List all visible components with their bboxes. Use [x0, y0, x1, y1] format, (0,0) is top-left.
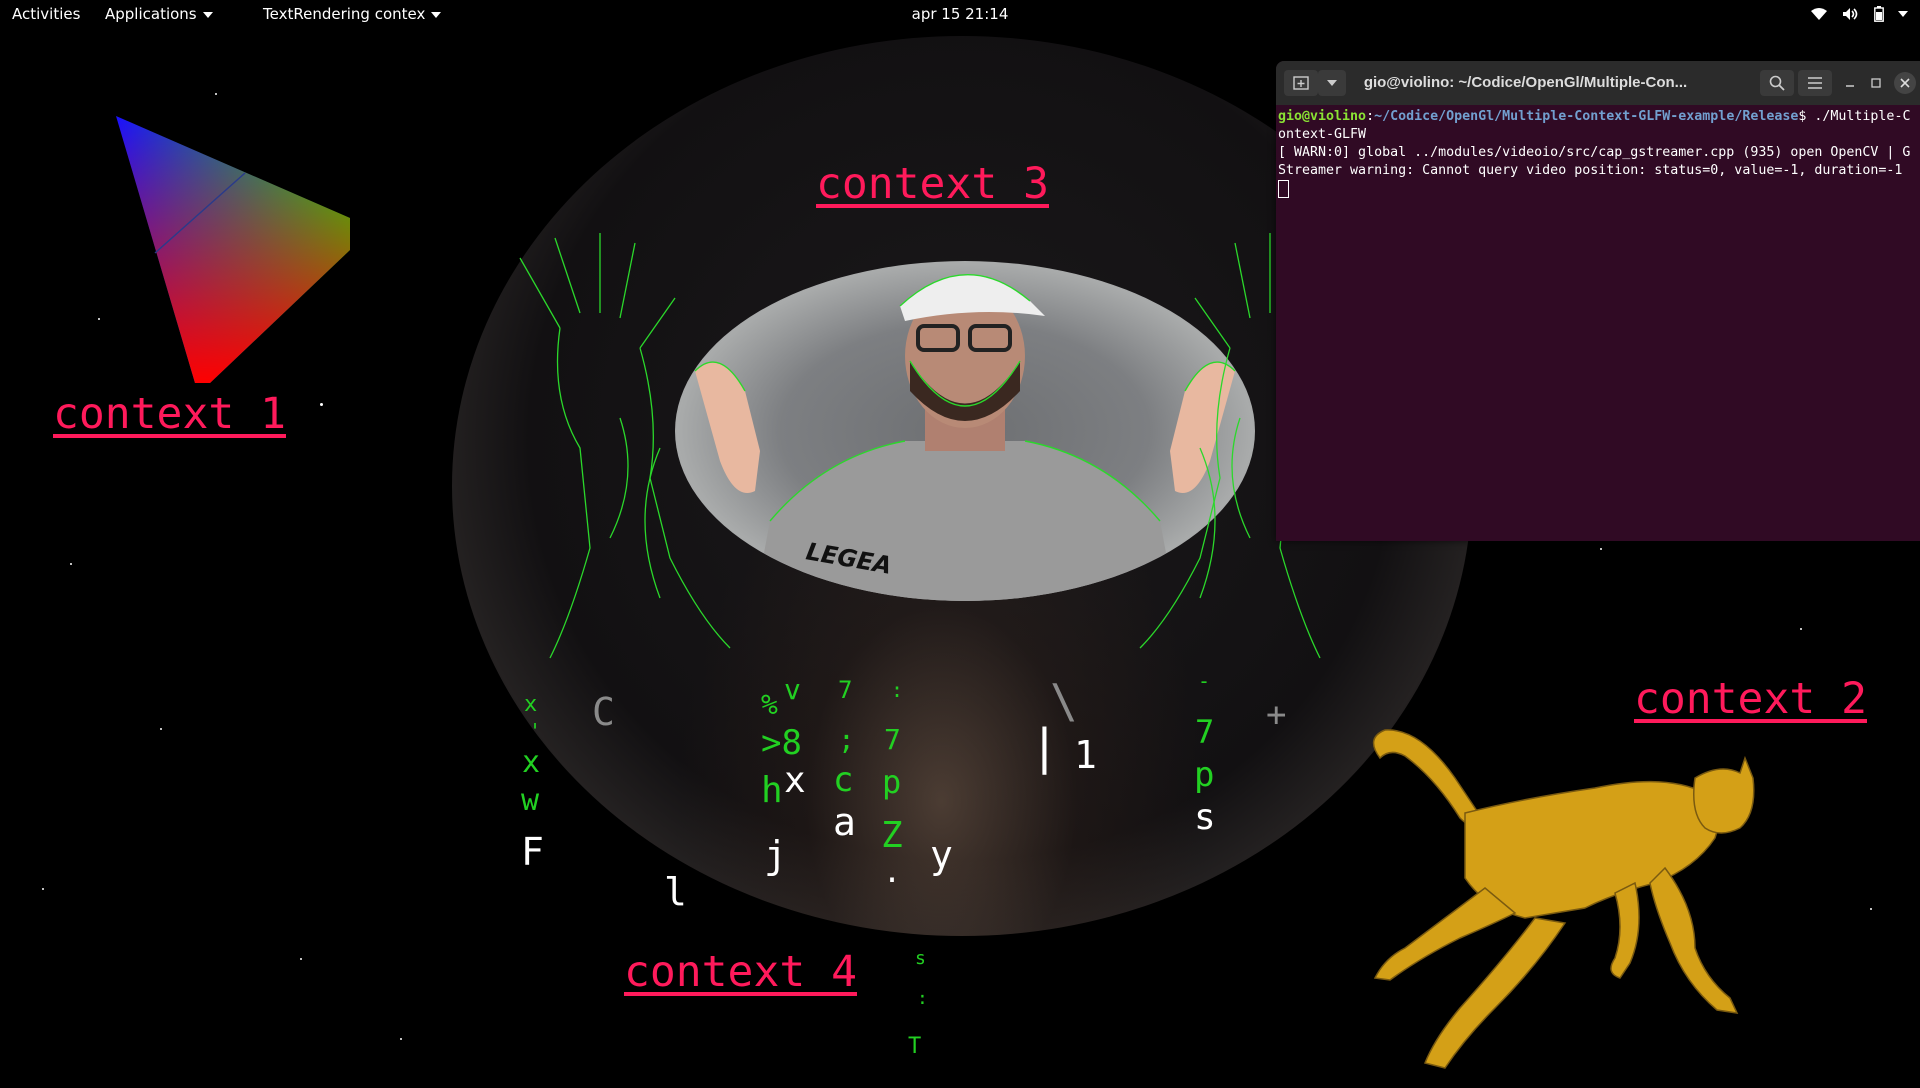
search-button[interactable]	[1760, 70, 1794, 96]
matrix-glyph: >8	[761, 723, 802, 763]
star	[400, 1038, 402, 1040]
matrix-glyph: |	[1030, 719, 1059, 775]
new-tab-button[interactable]	[1284, 70, 1318, 96]
system-tray[interactable]	[1810, 0, 1908, 28]
matrix-glyph: h	[761, 770, 783, 811]
terminal-headerbar[interactable]: gio@violino: ~/Codice/OpenGl/Multiple-Co…	[1276, 61, 1920, 105]
prompt-separator: :	[1366, 109, 1375, 124]
matrix-glyph: x	[522, 745, 541, 780]
terminal-window[interactable]: gio@violino: ~/Codice/OpenGl/Multiple-Co…	[1276, 61, 1920, 541]
lion-animation	[1372, 729, 1755, 1069]
matrix-glyph: \	[1050, 674, 1078, 728]
star	[1870, 908, 1872, 910]
matrix-glyph: C	[592, 690, 615, 734]
battery-icon	[1874, 6, 1884, 22]
context-1-label: context 1	[53, 389, 286, 439]
matrix-glyph: +	[1266, 695, 1287, 735]
maximize-icon	[1871, 78, 1881, 88]
text-cursor	[1278, 180, 1289, 198]
matrix-glyph: s	[915, 948, 926, 969]
matrix-glyph: w	[521, 783, 540, 818]
matrix-glyph: 7	[884, 723, 901, 756]
matrix-glyph: v	[784, 673, 801, 706]
star	[320, 403, 323, 406]
edge-contour-overlay	[519, 233, 1351, 659]
new-tab-icon	[1293, 76, 1309, 90]
matrix-glyph: l	[664, 870, 687, 914]
matrix-glyph: :	[891, 678, 904, 702]
minimize-icon	[1846, 85, 1854, 87]
command-output: [ WARN:0] global ../modules/videoio/src/…	[1278, 145, 1911, 178]
star	[70, 563, 72, 565]
applications-menu[interactable]: Applications	[105, 0, 213, 28]
matrix-glyph: j	[764, 833, 787, 877]
matrix-glyph: 7	[1195, 713, 1215, 751]
matrix-glyph: ;	[838, 723, 855, 756]
maximize-button[interactable]	[1864, 70, 1888, 96]
system-menu-icon	[1898, 11, 1908, 17]
applications-label: Applications	[105, 5, 197, 23]
app-menu-label: TextRendering contex	[263, 5, 426, 23]
desktop-scene: context 1 LEGEA context 3 x ' x w F C l …	[0, 28, 1920, 1080]
star	[98, 318, 100, 320]
matrix-glyph: Z	[881, 815, 903, 856]
top-bar: Activities Applications TextRendering co…	[0, 0, 1920, 28]
activities-button[interactable]: Activities	[12, 0, 80, 28]
star	[160, 728, 162, 730]
star	[1600, 548, 1602, 550]
matrix-glyph: T	[908, 1034, 922, 1059]
app-menu[interactable]: TextRendering contex	[263, 0, 442, 28]
matrix-glyph: .	[883, 855, 902, 890]
matrix-glyph: :	[917, 988, 928, 1009]
hamburger-icon	[1808, 77, 1822, 89]
chevron-down-icon	[1327, 80, 1337, 86]
volume-icon	[1843, 8, 1858, 20]
matrix-glyph: c	[833, 760, 854, 800]
close-button[interactable]	[1894, 72, 1916, 94]
matrix-glyph: x	[524, 692, 538, 717]
chevron-down-icon	[431, 11, 442, 18]
matrix-glyph: 1	[1074, 733, 1097, 777]
star	[42, 888, 44, 890]
close-icon	[1900, 78, 1910, 88]
matrix-glyph: 7	[838, 676, 853, 704]
context-4-label: context 4	[624, 947, 857, 997]
matrix-glyph: p	[1194, 755, 1215, 795]
hamburger-menu-button[interactable]	[1798, 70, 1832, 96]
prompt-user: gio@violino	[1278, 109, 1367, 124]
matrix-glyph: x	[784, 760, 806, 801]
wifi-icon	[1811, 8, 1827, 20]
minimize-button[interactable]	[1838, 70, 1862, 96]
matrix-glyph: a	[833, 800, 856, 844]
tab-menu-button[interactable]	[1318, 70, 1346, 96]
context-3-label: context 3	[816, 159, 1049, 209]
search-icon	[1769, 75, 1785, 91]
matrix-glyph: -	[1198, 669, 1211, 693]
rgb-triangle	[116, 116, 350, 383]
matrix-glyph: y	[930, 833, 953, 877]
clock-label[interactable]: apr 15 21:14	[912, 5, 1009, 23]
matrix-glyph: p	[882, 763, 902, 801]
star	[215, 93, 217, 95]
context-2-label: context 2	[1634, 674, 1867, 724]
star	[1800, 628, 1802, 630]
matrix-glyph: s	[1194, 797, 1216, 838]
prompt-path: ~/Codice/OpenGl/Multiple-Context-GLFW-ex…	[1374, 109, 1799, 124]
star	[300, 958, 302, 960]
matrix-glyph: F	[521, 830, 544, 874]
terminal-title: gio@violino: ~/Codice/OpenGl/Multiple-Co…	[1363, 74, 1688, 91]
matrix-glyph: '	[529, 719, 542, 743]
terminal-output[interactable]: gio@violino:~/Codice/OpenGl/Multiple-Con…	[1276, 105, 1920, 204]
matrix-glyph: %	[761, 688, 778, 721]
chevron-down-icon	[202, 11, 213, 18]
